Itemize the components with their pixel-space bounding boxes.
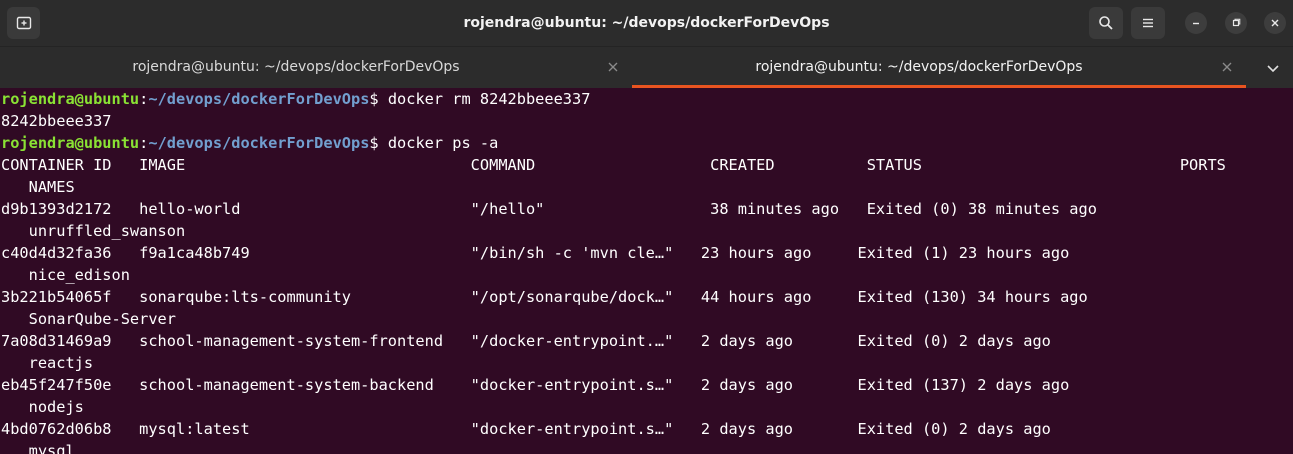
container-row: 4bd0762d06b8 mysql:latest "docker-entryp… [1,420,1051,438]
prompt-line: rojendra@ubuntu:~/devops/dockerForDevOps… [0,88,1293,110]
hamburger-menu-icon [1143,18,1153,28]
output-line: 8242bbeee337 [1,112,112,130]
close-tab-icon[interactable] [1220,60,1234,74]
container-row: c40d4d32fa36 f9a1ca48b749 "/bin/sh -c 'm… [1,244,1070,262]
maximize-button[interactable] [1225,12,1247,34]
container-name-line: mysql [1,442,75,454]
maximize-icon [1232,18,1241,27]
prompt-end: $ [369,134,388,152]
tab-label: rojendra@ubuntu: ~/devops/dockerForDevOp… [132,59,460,75]
container-name-line: nodejs [1,398,84,416]
minimize-button[interactable] [1185,12,1207,34]
prompt-line: rojendra@ubuntu:~/devops/dockerForDevOps… [0,132,1293,154]
container-row: eb45f247f50e school-management-system-ba… [1,376,1070,394]
container-row: 3b221b54065f sonarqube:lts-community "/o… [1,288,1088,306]
tab-label: rojendra@ubuntu: ~/devops/dockerForDevOp… [755,59,1083,75]
window-titlebar: rojendra@ubuntu: ~/devops/dockerForDevOp… [0,0,1293,46]
close-tab-icon[interactable] [606,60,620,74]
command-text: docker rm 8242bbeee337 [387,90,591,108]
container-row: 7a08d31469a9 school-management-system-fr… [1,332,1051,350]
menu-button[interactable] [1131,7,1165,39]
close-window-button[interactable] [1264,12,1286,34]
prompt-user: rojendra@ubuntu [1,90,140,108]
container-name-line: SonarQube-Server [1,310,176,328]
prompt-user: rojendra@ubuntu [1,134,140,152]
chevron-down-icon[interactable] [1262,59,1284,77]
prompt-separator: : [139,134,149,152]
tab-terminal-1[interactable]: rojendra@ubuntu: ~/devops/dockerForDevOp… [0,47,632,88]
prompt-end: $ [369,90,388,108]
tab-bar: rojendra@ubuntu: ~/devops/dockerForDevOp… [0,46,1293,89]
container-name-line: nice_edison [1,266,130,284]
prompt-path: ~/devops/dockerForDevOps [148,134,370,152]
terminal-output[interactable]: rojendra@ubuntu:~/devops/dockerForDevOps… [0,88,1293,454]
ps-header-line: CONTAINER ID IMAGE COMMAND CREATED STATU… [1,156,1226,174]
minimize-icon [1193,22,1199,25]
prompt-separator: : [139,90,149,108]
container-row: d9b1393d2172 hello-world "/hello" 38 min… [1,200,1097,218]
ps-header-names-line: NAMES [1,178,75,196]
prompt-path: ~/devops/dockerForDevOps [148,90,370,108]
container-name-line: reactjs [1,354,94,372]
search-button[interactable] [1089,7,1123,39]
close-icon [1271,19,1279,27]
command-text: docker ps -a [387,134,499,152]
search-icon [1099,16,1113,30]
container-name-line: unruffled_swanson [1,222,186,240]
tab-terminal-2[interactable]: rojendra@ubuntu: ~/devops/dockerForDevOp… [632,47,1246,88]
